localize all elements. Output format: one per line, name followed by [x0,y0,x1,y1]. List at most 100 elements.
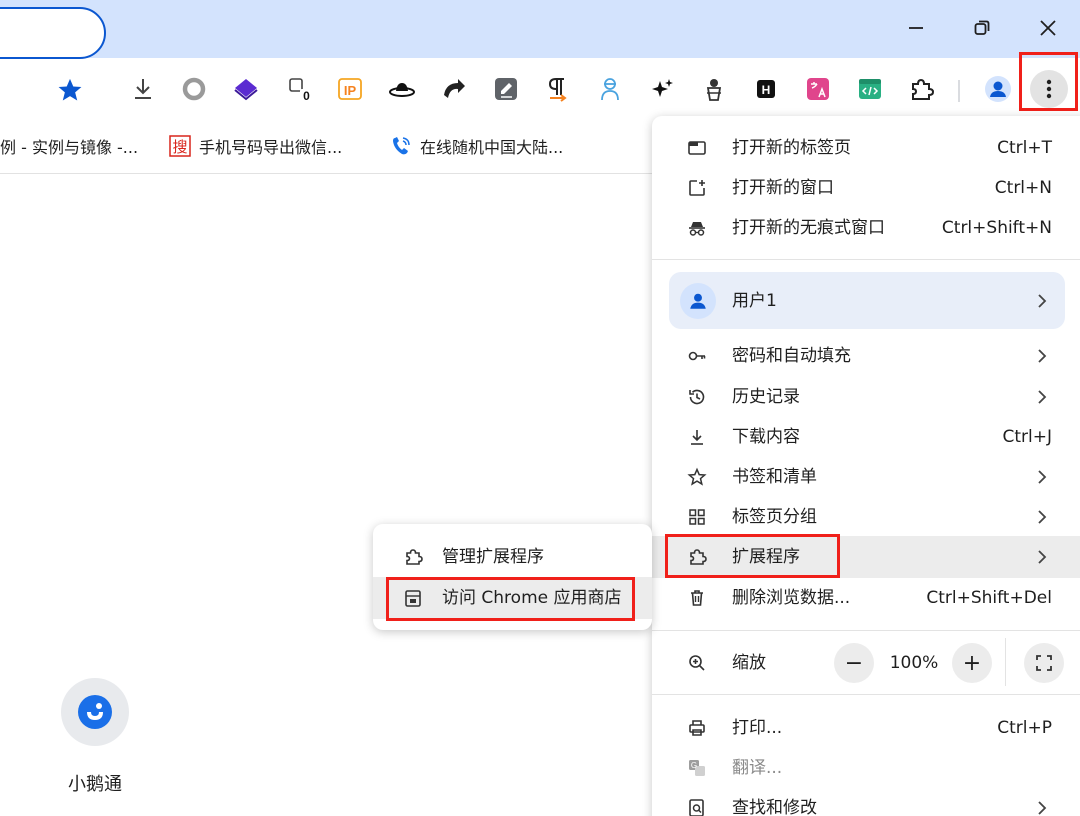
menu-item-bookmarks[interactable]: 书签和清单 [668,457,1068,497]
bookmark-item-1[interactable]: 例 - 实例与镜像 -... [0,132,138,160]
menu-item-tab-groups[interactable]: 标签页分组 [668,497,1068,537]
find-icon [686,797,708,816]
new-window-icon [686,177,708,199]
layers-icon [234,79,258,101]
extension-layers-button[interactable] [231,74,261,104]
extension-ip-button[interactable]: IP [335,74,365,104]
menu-item-new-window[interactable]: 打开新的窗口 Ctrl+N [668,168,1068,208]
menu-item-clear-data[interactable]: 删除浏览数据... Ctrl+Shift+Del [668,578,1068,618]
download-icon [686,426,708,448]
menu-item-label: 打开新的无痕式窗口 [732,218,885,238]
menu-item-print[interactable]: 打印... Ctrl+P [668,708,1068,748]
phone-favicon-icon [390,135,412,157]
counter-icon: 0 [289,78,313,103]
menu-item-label: 查找和修改 [732,798,817,816]
chevron-right-icon [1038,801,1047,815]
menu-item-profile-label-row[interactable]: 用户1 [668,281,1068,321]
extension-pilcrow-button[interactable] [543,74,573,104]
zoom-out-button[interactable]: − [834,643,874,683]
star-icon [58,78,82,101]
minimize-icon [909,27,923,29]
puzzle-icon [912,78,935,100]
code-icon [859,79,881,99]
ip-label: IP [344,83,357,98]
ip-icon: IP [338,78,362,100]
submenu-item-manage-extensions[interactable]: 管理扩展程序 [390,537,640,577]
bookmark-star-button[interactable] [56,76,84,104]
menu-item-shortcut: Ctrl+Shift+Del [926,588,1052,608]
menu-item-new-tab[interactable]: 打开新的标签页 Ctrl+T [668,128,1068,168]
extension-arrow-button[interactable] [439,74,469,104]
menu-item-incognito[interactable]: 打开新的无痕式窗口 Ctrl+Shift+N [668,208,1068,248]
menu-item-shortcut: Ctrl+N [994,178,1052,198]
zoom-separator [1005,638,1006,686]
chevron-right-icon [1038,470,1047,484]
menu-item-label: 下载内容 [732,427,800,447]
chevron-right-icon [1038,390,1047,404]
svg-text:G: G [691,761,697,770]
bookmark-item-2[interactable]: 搜 手机号码导出微信... [169,132,342,160]
address-bar[interactable] [0,7,106,59]
menu-item-find[interactable]: 查找和修改 [668,788,1068,816]
restore-button[interactable] [960,8,1004,48]
extension-figure-button[interactable] [595,74,625,104]
h-label: H [762,83,771,97]
pilcrow-icon [548,78,567,102]
menu-item-downloads[interactable]: 下载内容 Ctrl+J [668,417,1068,457]
download-button[interactable] [128,74,158,104]
sou-favicon-icon: 搜 [169,135,191,157]
menu-item-label: 书签和清单 [732,467,817,487]
profile-icon [985,76,1011,102]
menu-item-shortcut: Ctrl+Shift+N [941,218,1052,238]
menu-item-label: 历史记录 [732,387,800,407]
fullscreen-icon [1036,655,1052,671]
extension-code-button[interactable] [855,74,885,104]
menu-item-translate[interactable]: G 翻译... [668,748,1068,788]
ghost-icon [706,79,722,101]
minimize-button[interactable] [894,8,938,48]
shortcut-label: 小鹅通 [68,774,122,795]
close-icon [1040,20,1056,36]
menu-item-history[interactable]: 历史记录 [668,377,1068,417]
extension-sparkle-button[interactable] [647,74,677,104]
menu-item-shortcut: Ctrl+J [1002,427,1052,447]
toolbar-separator [958,80,960,102]
menu-separator [652,259,1080,260]
zoom-in-button[interactable]: + [952,643,992,683]
fullscreen-button[interactable] [1024,643,1064,683]
chevron-right-icon [1038,510,1047,524]
star-outline-icon [686,466,708,488]
hat-icon [389,83,415,97]
menu-item-label: 用户1 [732,291,777,311]
xiaoetong-icon [78,695,112,729]
highlight-box-web-store [386,577,635,621]
extensions-menu-button[interactable] [906,74,936,104]
figure-icon [601,78,619,101]
extension-h-button[interactable]: H [751,74,781,104]
download-icon [135,79,151,99]
extension-translate-button[interactable] [803,74,833,104]
menu-item-shortcut: Ctrl+P [997,718,1052,738]
close-window-button[interactable] [1026,8,1070,48]
counter-badge: 0 [303,89,310,103]
menu-item-shortcut: Ctrl+T [997,138,1052,158]
zoom-icon [686,652,708,674]
chevron-right-icon [1038,550,1047,564]
extension-counter-button[interactable]: 0 [285,74,315,104]
zoom-out-label: − [844,650,864,676]
extension-ghost-button[interactable] [699,74,729,104]
bookmark-item-3[interactable]: 在线随机中国大陆... [390,132,563,160]
highlight-box-extensions [665,534,840,578]
menu-item-label: 打开新的窗口 [732,178,834,198]
menu-item-zoom: 缩放 [668,643,838,683]
extension-circle-button[interactable] [179,74,209,104]
history-icon [686,386,708,408]
extension-hat-button[interactable] [387,74,417,104]
h-icon: H [757,80,775,98]
menu-item-label: 缩放 [732,653,766,673]
extension-edit-button[interactable] [491,74,521,104]
shortcut-tile-xiaoetong[interactable] [61,678,129,746]
zoom-level: 100% [889,653,939,673]
menu-item-passwords[interactable]: 密码和自动填充 [668,336,1068,376]
profile-button[interactable] [983,74,1013,104]
